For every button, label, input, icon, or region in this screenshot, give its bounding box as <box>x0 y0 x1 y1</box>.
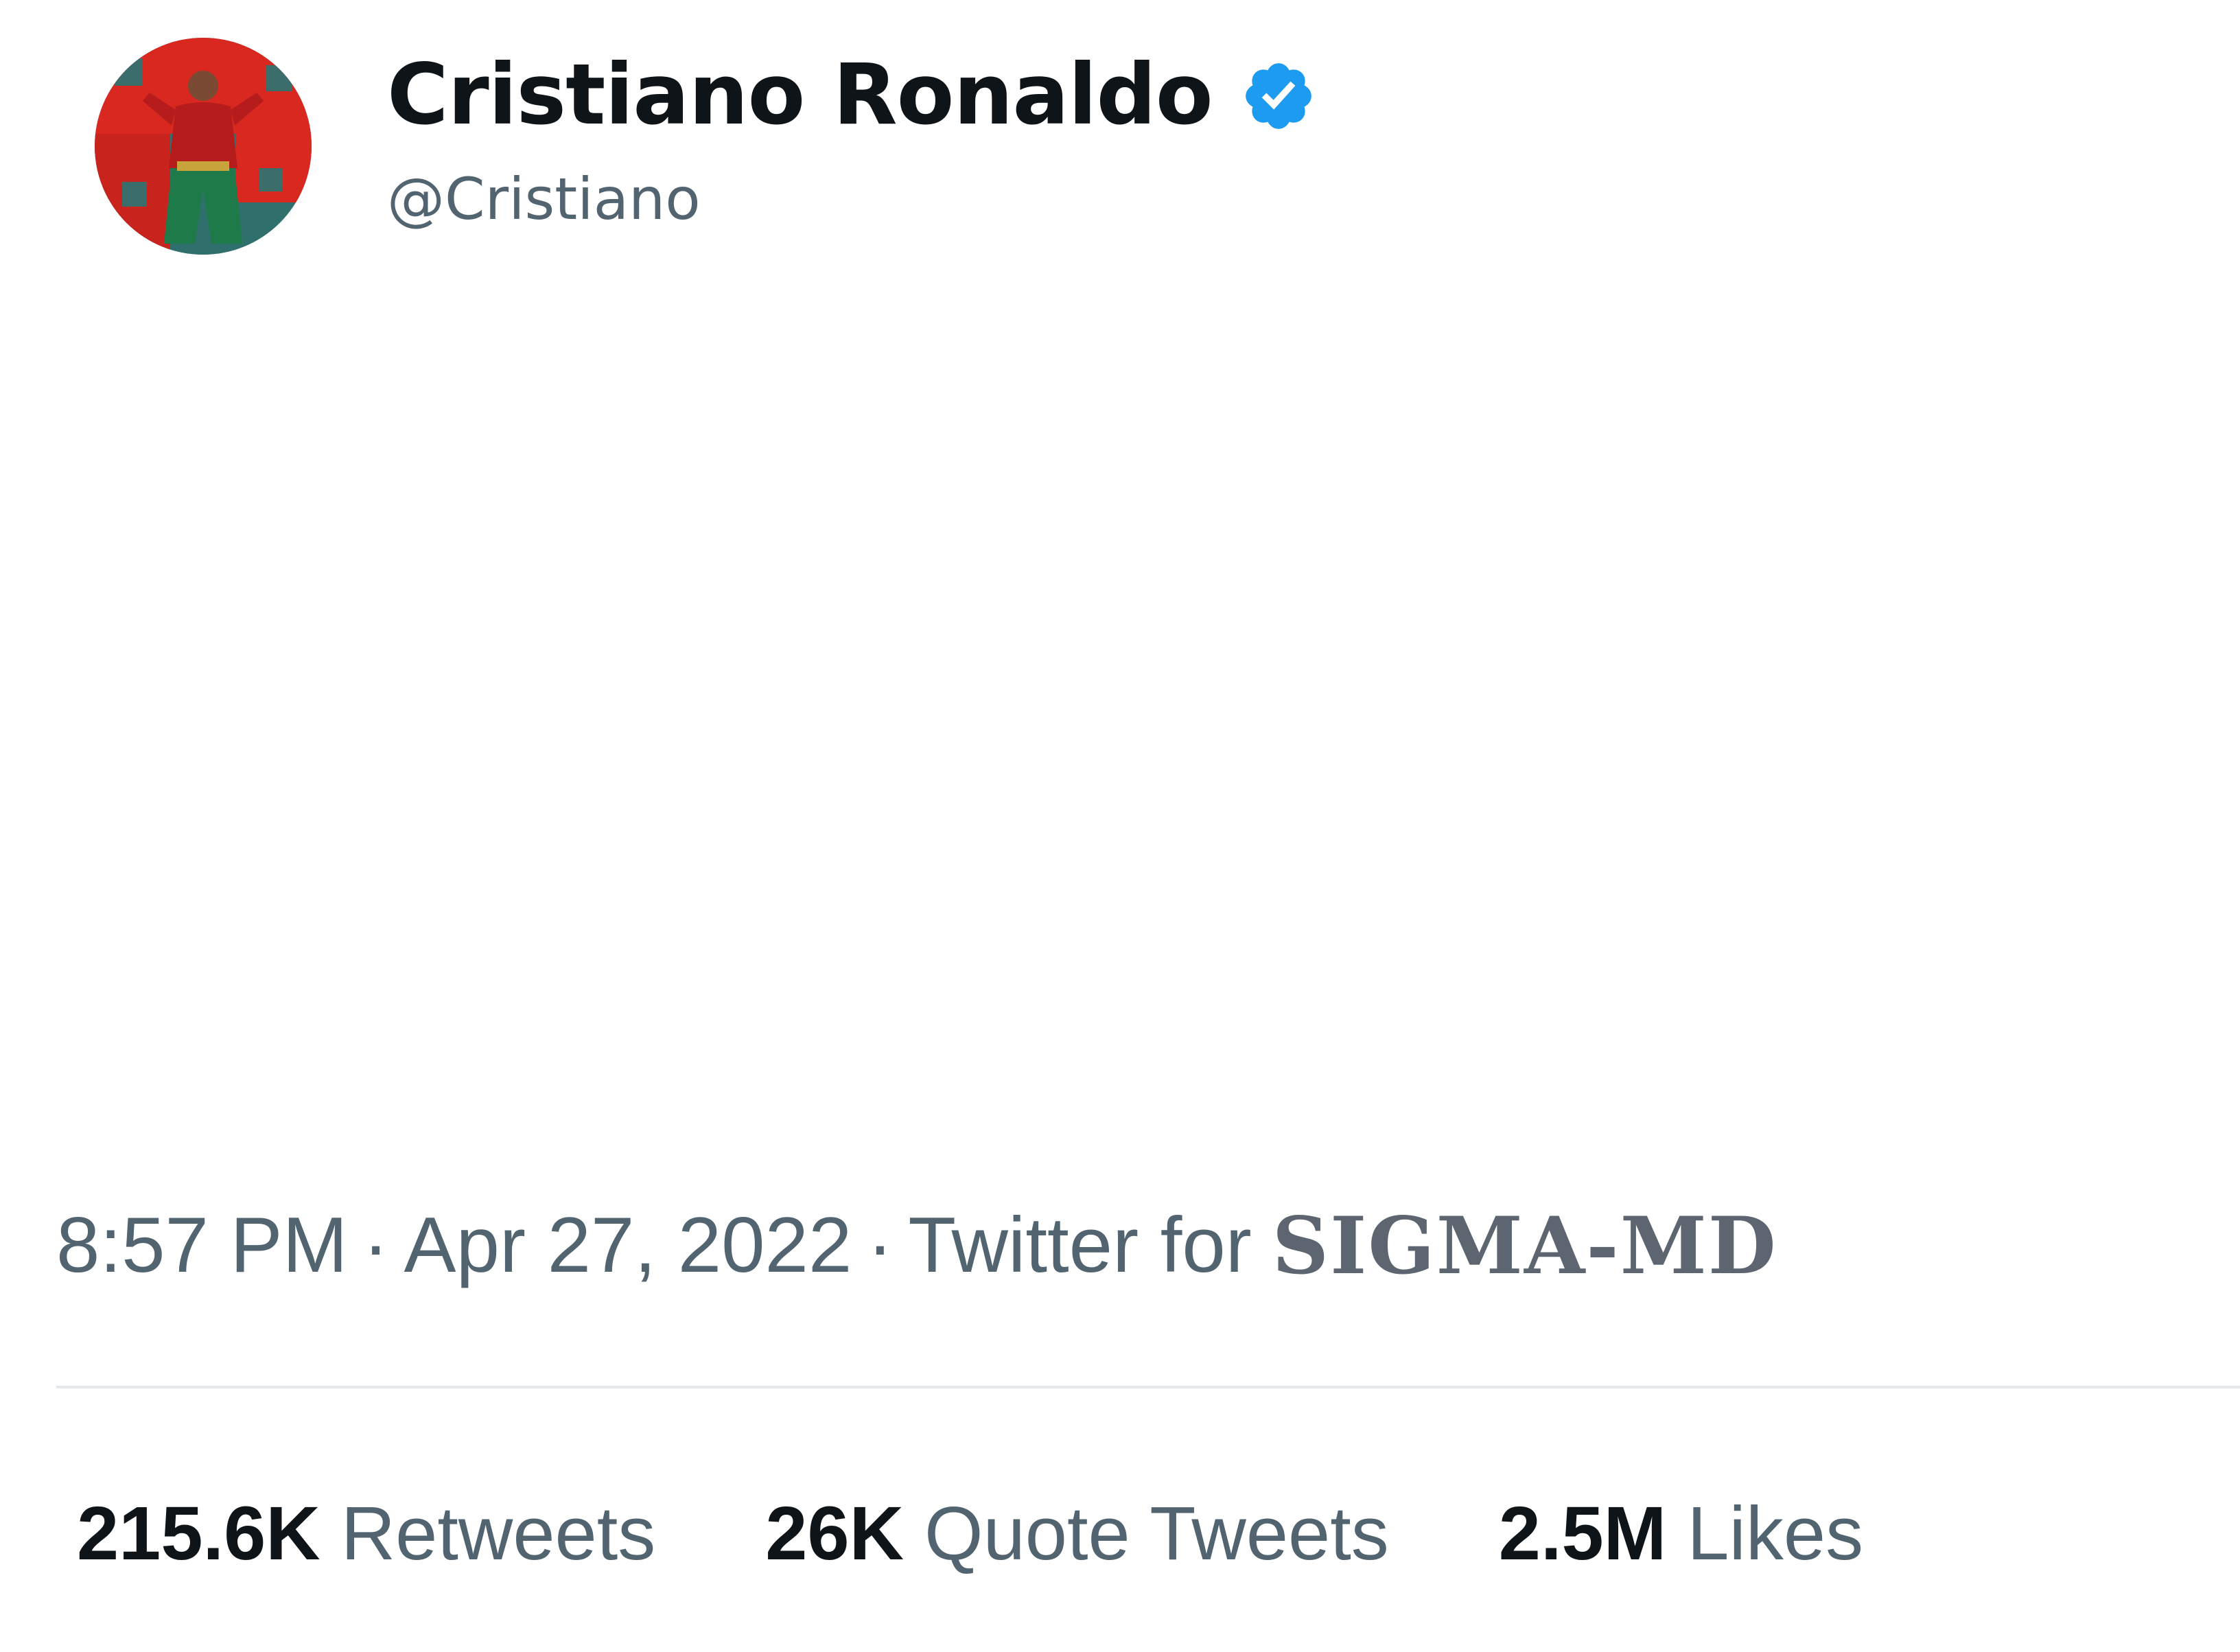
tweet-time[interactable]: 8:57 PM <box>56 1207 348 1285</box>
client-name: SIGMA-MD <box>1272 1200 1777 1292</box>
avatar[interactable] <box>95 38 312 255</box>
meta-separator: · <box>362 1202 389 1289</box>
author-name-row: Cristiano Ronaldo <box>387 40 1317 150</box>
quote-tweets-stat[interactable]: 26K Quote Tweets <box>765 1496 1389 1572</box>
quote-tweets-label: Quote Tweets <box>924 1491 1389 1576</box>
likes-count: 2.5M <box>1498 1491 1667 1576</box>
display-name[interactable]: Cristiano Ronaldo <box>387 53 1213 137</box>
tweet-date[interactable]: Apr 27, 2022 <box>404 1207 852 1285</box>
author-handle[interactable]: @Cristiano <box>387 165 701 234</box>
profile-photo <box>95 38 312 255</box>
quote-tweets-count: 26K <box>765 1491 905 1576</box>
meta-separator: · <box>867 1202 894 1289</box>
divider <box>56 1386 2240 1388</box>
client-prefix: Twitter for <box>908 1202 1252 1289</box>
likes-label: Likes <box>1687 1491 1864 1576</box>
tweet-meta: 8:57 PM · Apr 27, 2022 · Twitter for SIG… <box>56 1194 1777 1297</box>
likes-stat[interactable]: 2.5M Likes <box>1499 1496 1863 1572</box>
retweets-count: 215.6K <box>77 1491 320 1576</box>
retweets-stat[interactable]: 215.6K Retweets <box>77 1496 655 1572</box>
verified-badge-icon <box>1240 58 1317 135</box>
engagement-stats: 215.6K Retweets 26K Quote Tweets 2.5M Li… <box>77 1489 1863 1579</box>
retweets-label: Retweets <box>340 1491 656 1576</box>
